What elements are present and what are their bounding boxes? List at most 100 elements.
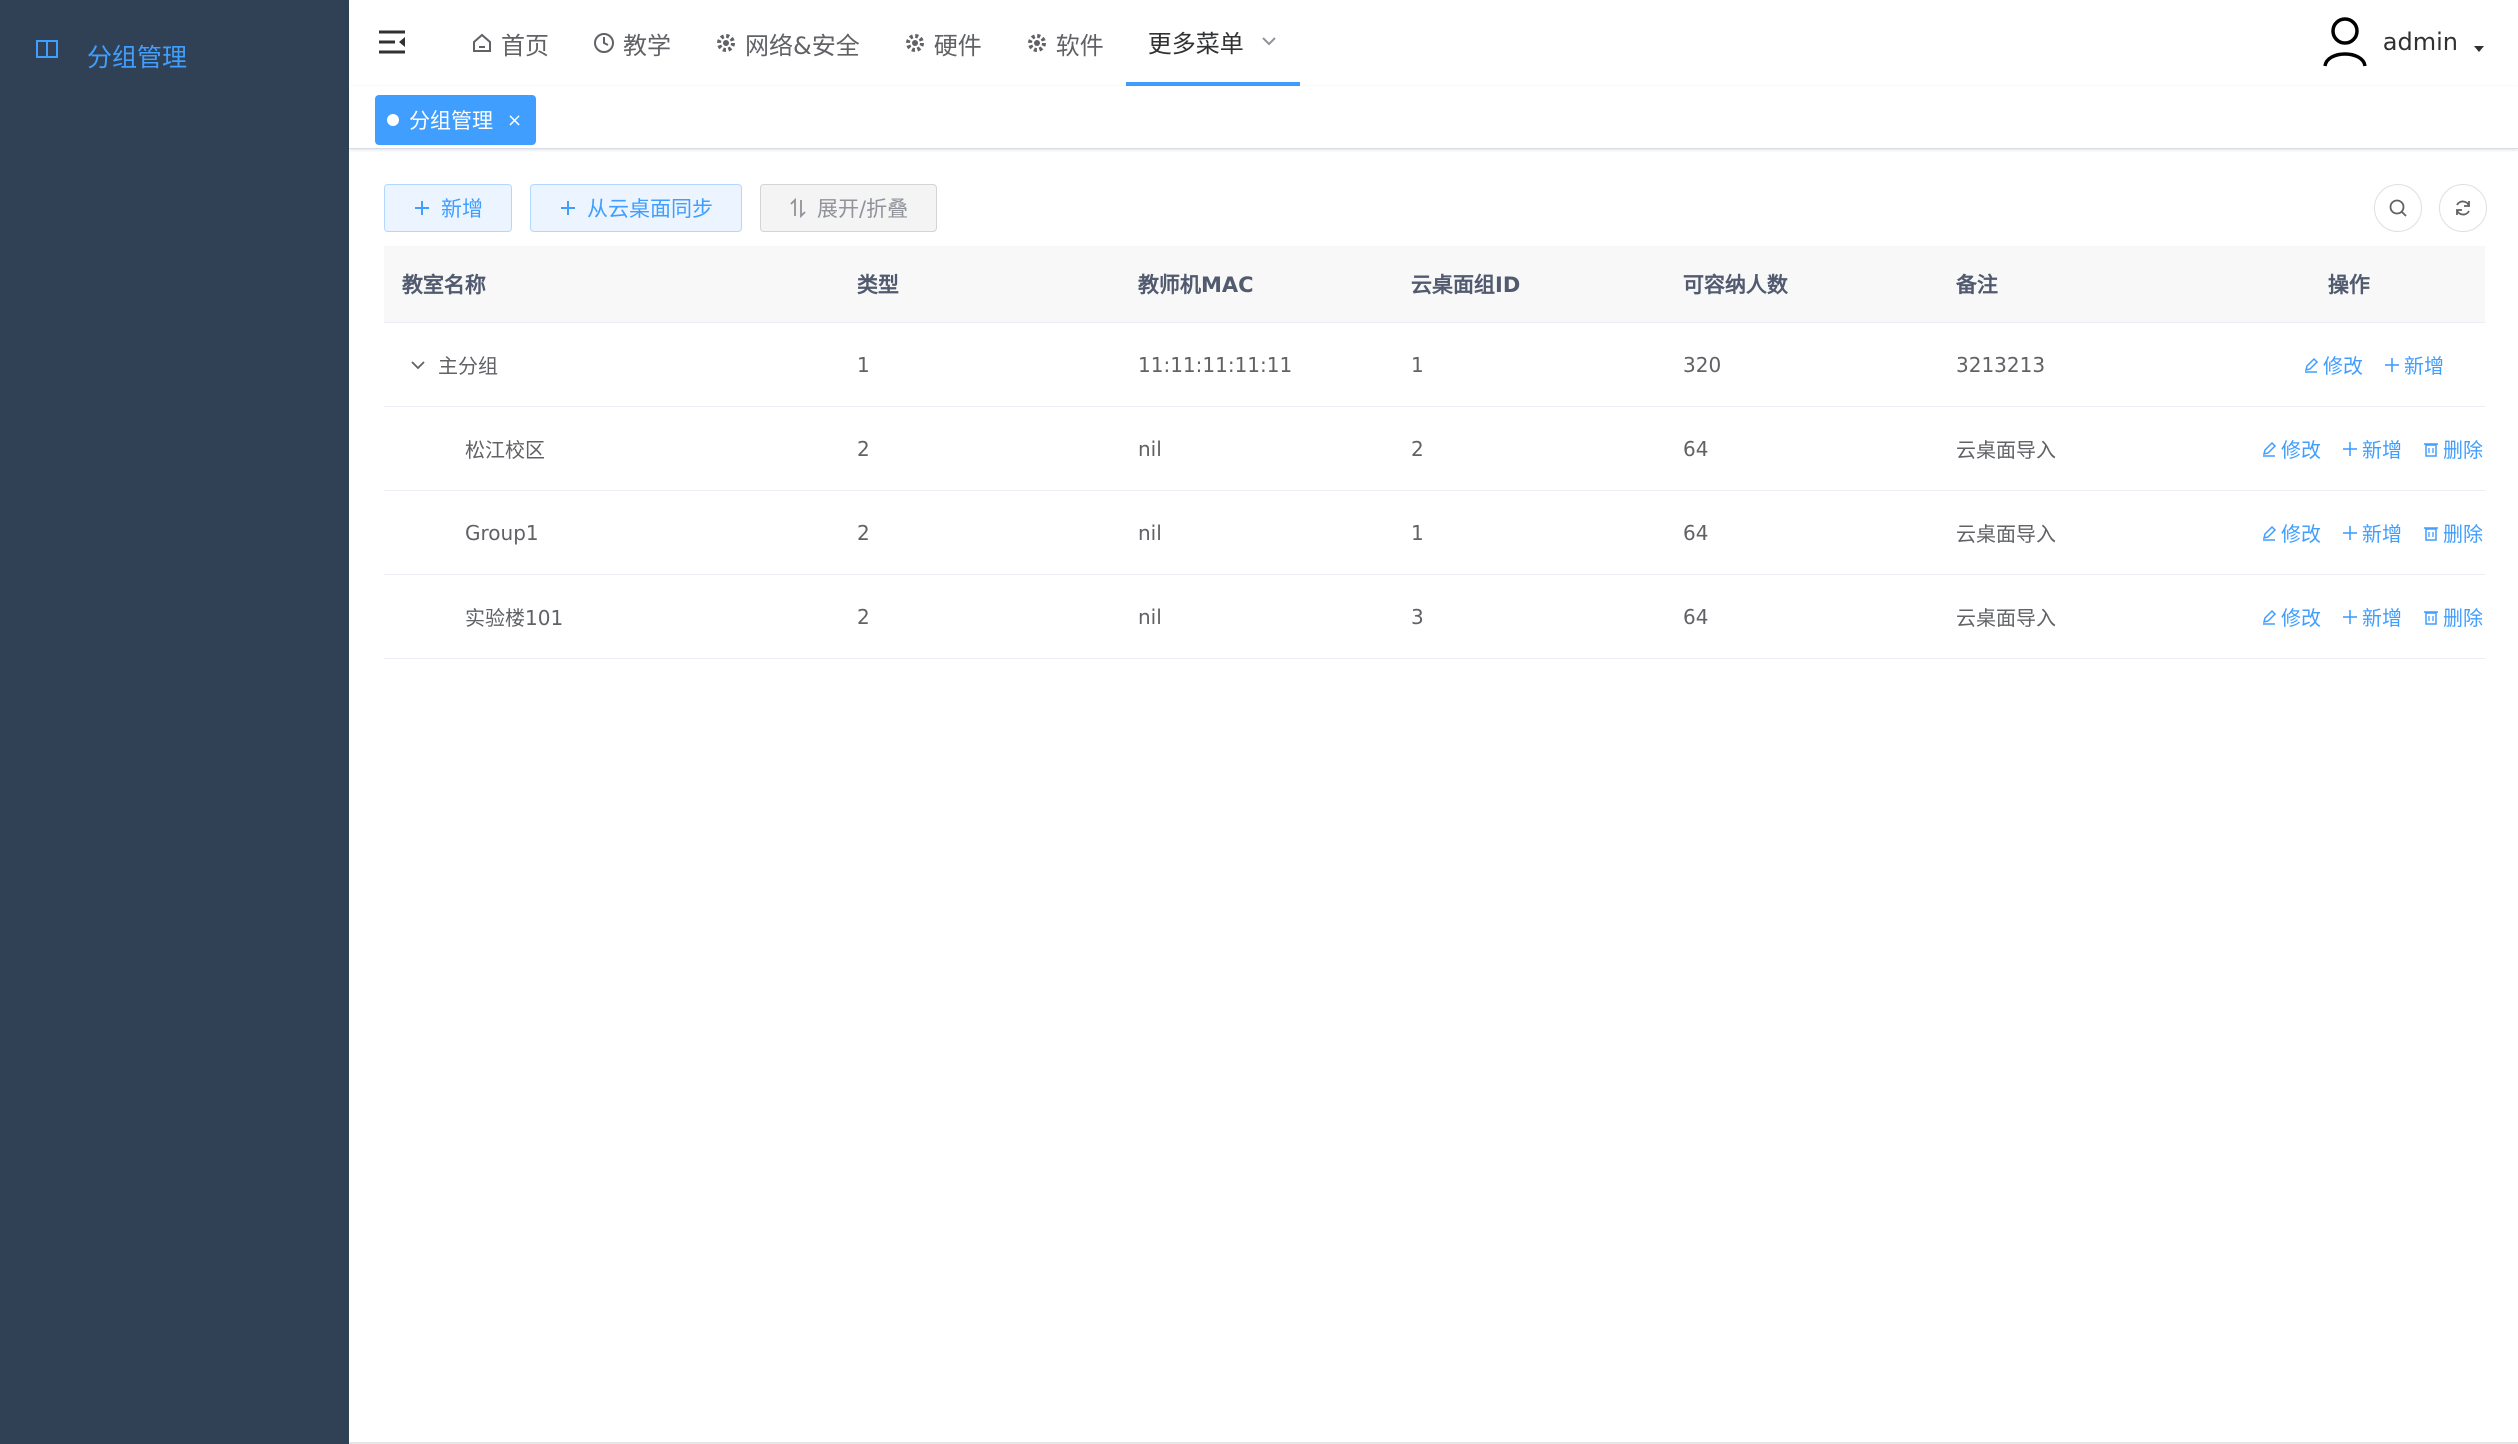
edit-button[interactable]: 修改: [2302, 350, 2363, 379]
remark-cell: 云桌面导入: [1956, 606, 2056, 630]
group-id-cell: 1: [1411, 520, 1424, 545]
gear-icon: [717, 34, 735, 52]
classroom-name: Group1: [465, 520, 539, 545]
add-child-button[interactable]: 新增: [2341, 518, 2402, 547]
table-header: 教室名称 类型 教师机MAC 云桌面组ID 可容纳人数 备注 操作: [384, 246, 2485, 323]
menu-hardware[interactable]: 硬件: [882, 0, 1004, 86]
edit-icon: [2262, 441, 2277, 457]
edit-icon: [2262, 525, 2277, 541]
group-table: 教室名称 类型 教师机MAC 云桌面组ID 可容纳人数 备注 操作 主分组 1 …: [384, 246, 2485, 659]
tag-group-management[interactable]: 分组管理 ×: [375, 95, 537, 145]
menu-software[interactable]: 软件: [1004, 0, 1126, 86]
edit-button[interactable]: 修改: [2260, 602, 2321, 631]
user-name: admin: [2382, 28, 2458, 56]
search-toggle-button[interactable]: [2374, 184, 2422, 232]
capacity-cell: 64: [1683, 436, 1709, 461]
top-menu: 首页 教学 网络&安全 硬件 软件 更多菜单: [449, 0, 1300, 86]
add-label: 新增: [2362, 606, 2402, 630]
mac-cell: nil: [1138, 436, 1162, 461]
classroom-name: 主分组: [438, 354, 498, 378]
remark-cell: 3213213: [1956, 352, 2046, 377]
plus-icon: [2343, 609, 2357, 624]
sidebar-item-group-management[interactable]: 分组管理: [0, 26, 349, 78]
capacity-cell: 320: [1683, 352, 1722, 377]
menu-network-security[interactable]: 网络&安全: [693, 0, 882, 86]
tag-dot: [387, 114, 399, 126]
menu-hardware-label: 硬件: [933, 31, 982, 60]
delete-label: 删除: [2443, 606, 2483, 630]
add-button-label: 新增: [441, 197, 483, 221]
tag-label: 分组管理: [409, 109, 493, 133]
delete-button[interactable]: 删除: [2422, 518, 2483, 547]
chevron-down-icon[interactable]: [408, 355, 428, 375]
col-header-teacher-mac: 教师机MAC: [1138, 273, 1254, 297]
operations-cell: 修改 新增 删除: [2240, 407, 2483, 490]
navbar: 首页 教学 网络&安全 硬件 软件 更多菜单 admin: [349, 0, 2518, 86]
menu-more[interactable]: 更多菜单: [1125, 0, 1300, 86]
plus-icon: [415, 201, 429, 215]
table-row: 松江校区 2 nil 2 64 云桌面导入 修改 新增 删除: [384, 407, 2485, 491]
search-icon: [2389, 199, 2407, 217]
sync-button-label: 从云桌面同步: [587, 197, 713, 221]
caret-down-icon: [2474, 46, 2484, 52]
edit-icon: [2304, 357, 2319, 373]
remark-cell: 云桌面导入: [1956, 438, 2056, 462]
menu-network-security-label: 网络&安全: [745, 31, 860, 60]
edit-button[interactable]: 修改: [2260, 434, 2321, 463]
user-dropdown[interactable]: admin: [2321, 14, 2486, 70]
sort-icon: [790, 198, 806, 218]
add-child-button[interactable]: 新增: [2341, 602, 2402, 631]
trash-icon: [2424, 610, 2438, 625]
tag-close-icon[interactable]: ×: [507, 110, 522, 131]
add-label: 新增: [2362, 522, 2402, 546]
type-cell: 2: [857, 436, 870, 461]
add-label: 新增: [2362, 438, 2402, 462]
menu-teaching[interactable]: 教学: [571, 0, 693, 86]
gear-icon: [1027, 34, 1046, 52]
refresh-button[interactable]: [2439, 184, 2487, 232]
menu-more-label: 更多菜单: [1147, 29, 1244, 58]
expand-collapse-button[interactable]: 展开/折叠: [760, 184, 938, 232]
operations-cell: 修改 新增 删除: [2240, 575, 2483, 658]
clock-icon: [594, 33, 614, 53]
sidebar-item-label: 分组管理: [87, 43, 188, 72]
plus-icon: [2343, 441, 2357, 456]
add-button[interactable]: 新增: [384, 184, 512, 232]
table-row: Group1 2 nil 1 64 云桌面导入 修改 新增 删除: [384, 491, 2485, 575]
add-child-button[interactable]: 新增: [2341, 434, 2402, 463]
trash-icon: [2424, 526, 2438, 541]
col-header-classroom-name: 教室名称: [402, 273, 486, 297]
refresh-icon: [2456, 200, 2470, 216]
sync-from-cloud-button[interactable]: 从云桌面同步: [530, 184, 742, 232]
delete-button[interactable]: 删除: [2422, 434, 2483, 463]
columns-icon: [36, 40, 58, 58]
col-header-type: 类型: [857, 273, 899, 297]
col-header-cloud-group-id: 云桌面组ID: [1411, 273, 1521, 297]
col-header-capacity: 可容纳人数: [1683, 273, 1788, 297]
user-avatar-icon: [2323, 17, 2367, 67]
col-header-operations: 操作: [2328, 273, 2370, 297]
main-area: 首页 教学 网络&安全 硬件 软件 更多菜单 admin 分组管理 × 新增 从…: [349, 0, 2518, 1444]
hamburger-icon[interactable]: [377, 28, 407, 56]
type-cell: 2: [857, 520, 870, 545]
group-id-cell: 3: [1411, 604, 1424, 629]
plus-icon: [2385, 357, 2399, 372]
gear-icon: [905, 34, 924, 52]
add-label: 新增: [2404, 354, 2444, 378]
group-id-cell: 1: [1411, 352, 1424, 377]
classroom-name: 松江校区: [465, 438, 545, 462]
plus-icon: [561, 201, 575, 215]
operations-cell: 修改 新增 删除: [2240, 491, 2483, 574]
type-cell: 2: [857, 604, 870, 629]
mac-cell: 11:11:11:11:11: [1138, 352, 1293, 377]
home-icon: [473, 33, 491, 52]
sidebar: 分组管理: [0, 0, 349, 1444]
delete-button[interactable]: 删除: [2422, 602, 2483, 631]
edit-button[interactable]: 修改: [2260, 518, 2321, 547]
menu-home[interactable]: 首页: [449, 0, 571, 86]
table-row: 主分组 1 11:11:11:11:11 1 320 3213213 修改 新增: [384, 323, 2485, 407]
remark-cell: 云桌面导入: [1956, 522, 2056, 546]
toolbar: 新增 从云桌面同步 展开/折叠: [384, 184, 955, 232]
add-child-button[interactable]: 新增: [2383, 350, 2444, 379]
col-header-remark: 备注: [1956, 273, 1998, 297]
